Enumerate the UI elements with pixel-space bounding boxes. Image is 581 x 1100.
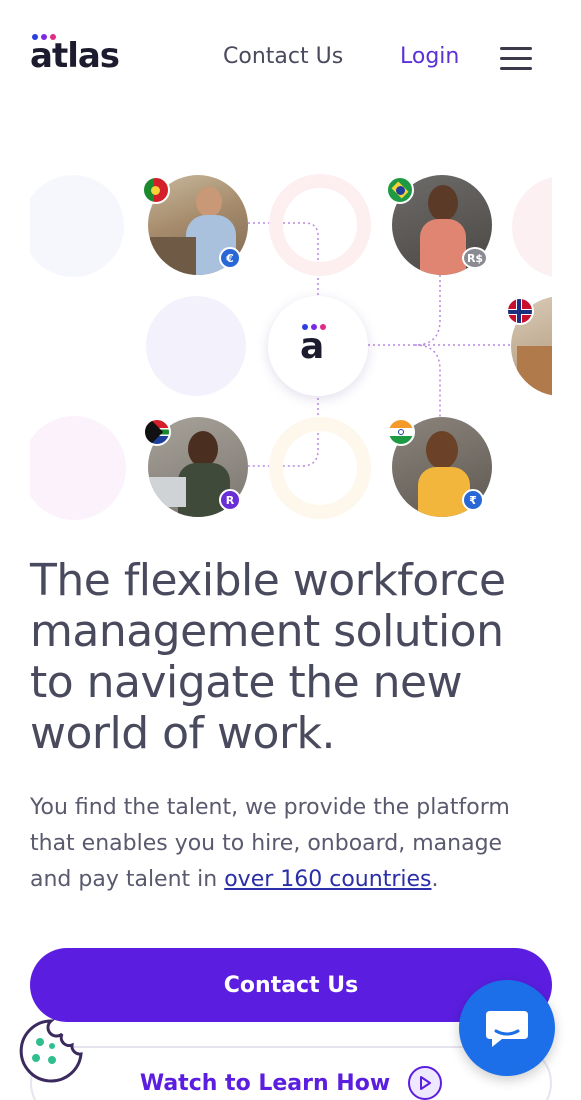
headline-line: world of work. <box>30 708 336 759</box>
euro-currency-badge: € <box>219 247 241 269</box>
countries-link[interactable]: over 160 countries <box>224 867 431 892</box>
description-end: . <box>431 867 439 892</box>
center-logo-letter: a <box>300 326 325 367</box>
india-flag-icon <box>387 418 415 446</box>
center-atlas-logo: a <box>268 296 368 396</box>
hamburger-menu-icon[interactable] <box>500 47 532 71</box>
south-africa-flag-icon <box>143 418 171 446</box>
cookie-settings-icon[interactable] <box>18 1018 84 1084</box>
play-icon <box>408 1066 443 1100</box>
watch-video-label: Watch to Learn How <box>139 1070 391 1096</box>
hero-headline: The flexible workforce management soluti… <box>30 555 560 759</box>
brazil-flag-icon <box>386 176 414 204</box>
nav-login-link[interactable]: Login <box>400 44 459 69</box>
headline-line: management solution <box>30 606 504 657</box>
headline-line: The flexible workforce <box>30 555 506 606</box>
nav-contact-us-link[interactable]: Contact Us <box>223 44 343 69</box>
rand-currency-badge: R <box>219 489 241 511</box>
headline-line: to navigate the new <box>30 657 463 708</box>
norway-flag-icon <box>506 297 534 325</box>
chat-widget-icon[interactable] <box>459 980 555 1076</box>
hero-illustration: € R$ a R ₹ <box>30 170 552 525</box>
deco-ring <box>269 417 371 519</box>
rupee-currency-badge: ₹ <box>462 489 484 511</box>
site-header: atlas Contact Us Login <box>0 0 581 110</box>
deco-circle <box>146 296 246 396</box>
real-currency-badge: R$ <box>462 247 488 269</box>
portugal-flag-icon <box>142 176 170 204</box>
hero-description: You find the talent, we provide the plat… <box>30 790 550 898</box>
logo-text: atlas <box>30 36 120 76</box>
deco-ring <box>269 174 371 276</box>
